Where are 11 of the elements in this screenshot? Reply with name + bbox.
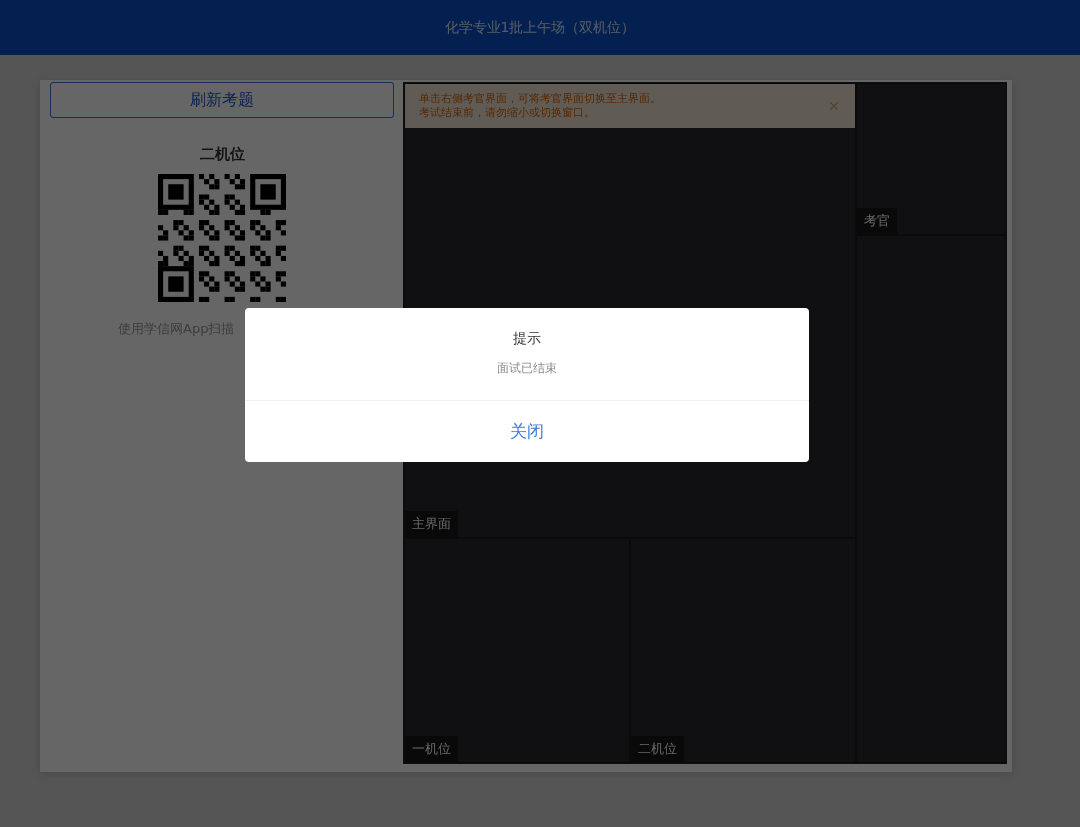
dialog-title: 提示 [513, 330, 541, 348]
video-tile[interactable]: 二机位 [630, 538, 856, 763]
close-icon[interactable] [827, 99, 841, 113]
dialog-message: 面试已结束 [497, 360, 557, 377]
refresh-button[interactable]: 刷新考题 [50, 82, 394, 118]
page-title: 化学专业1批上午场（双机位） [444, 18, 636, 37]
qr-code-icon [158, 174, 286, 302]
close-button[interactable]: 关闭 [245, 401, 809, 462]
video-tile[interactable]: 考官 [856, 83, 1006, 235]
qr-title: 二机位 [199, 145, 245, 164]
notice-text: 单击右侧考官界面，可将考官界面切换至主界面。 考试结束前，请勿缩小或切换窗口。 [419, 92, 661, 120]
